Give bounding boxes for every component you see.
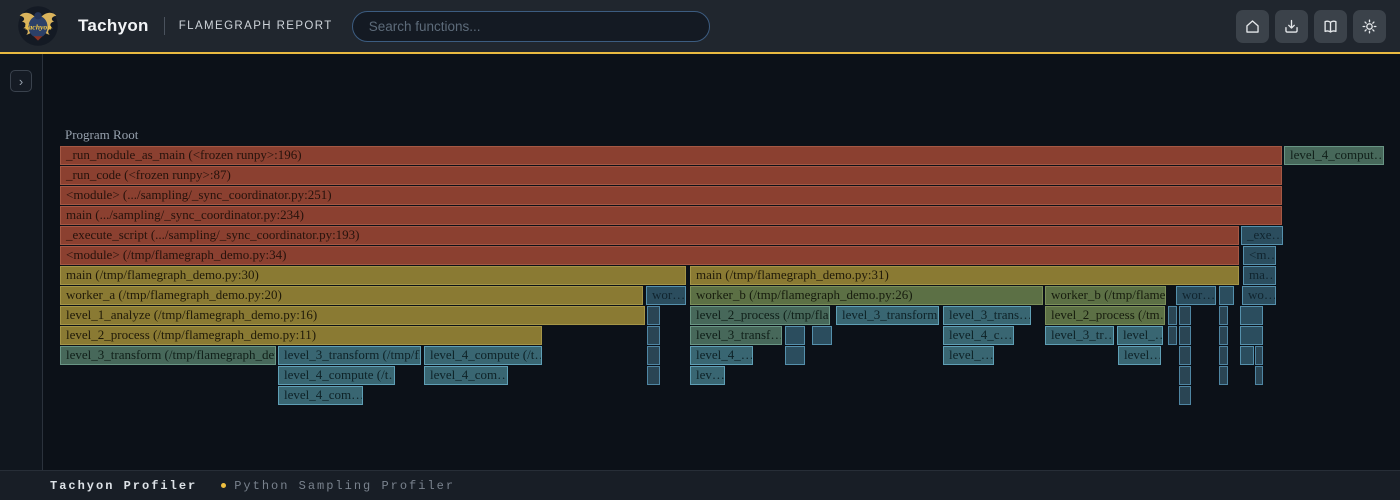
sun-icon <box>1360 17 1379 36</box>
status-subtitle: Python Sampling Profiler <box>234 479 455 493</box>
flame-block[interactable] <box>647 346 660 365</box>
flame-block[interactable]: wor… <box>1176 286 1216 305</box>
flame-block[interactable] <box>1219 366 1228 385</box>
theme-button[interactable] <box>1353 10 1386 43</box>
flame-block[interactable]: ma… <box>1243 266 1276 285</box>
flame-block[interactable]: <m… <box>1243 246 1276 265</box>
flame-block[interactable]: wor… <box>646 286 686 305</box>
book-icon <box>1321 17 1340 36</box>
flame-block[interactable] <box>1179 366 1191 385</box>
flamegraph-canvas: Program Root _run_module_as_main (<froze… <box>0 54 1400 470</box>
flame-block[interactable] <box>1240 346 1254 365</box>
flame-block[interactable] <box>647 306 660 325</box>
flame-block[interactable]: level_4_c… <box>943 326 1014 345</box>
report-type-label: FLAMEGRAPH REPORT <box>179 20 333 32</box>
flame-block[interactable]: level_… <box>943 346 994 365</box>
flame-block[interactable]: main (/tmp/flamegraph_demo.py:31) <box>690 266 1239 285</box>
flame-block[interactable] <box>1240 326 1263 345</box>
flame-block[interactable]: level_3_tr… <box>1045 326 1114 345</box>
flame-block[interactable] <box>1179 386 1191 405</box>
flame-block[interactable] <box>1168 326 1177 345</box>
header-actions <box>1236 10 1386 43</box>
home-button[interactable] <box>1236 10 1269 43</box>
flame-block[interactable] <box>647 326 660 345</box>
program-root-label: Program Root <box>65 127 138 143</box>
flame-block[interactable]: level… <box>1118 346 1161 365</box>
flame-block[interactable]: _execute_script (.../sampling/_sync_coor… <box>60 226 1239 245</box>
flame-block[interactable]: <module> (/tmp/flamegraph_demo.py:34) <box>60 246 1239 265</box>
flame-block[interactable]: main (.../sampling/_sync_coordinator.py:… <box>60 206 1282 225</box>
svg-text:Tachyon: Tachyon <box>24 23 51 32</box>
flame-block[interactable]: worker_a (/tmp/flamegraph_demo.py:20) <box>60 286 643 305</box>
flame-block[interactable]: level_4_com… <box>278 386 363 405</box>
search-input[interactable] <box>352 11 710 42</box>
flame-block[interactable]: level_4_com… <box>424 366 508 385</box>
home-icon <box>1243 17 1262 36</box>
flame-block[interactable]: level_4_comput… <box>1284 146 1384 165</box>
flame-block[interactable]: _run_module_as_main (<frozen runpy>:196) <box>60 146 1282 165</box>
flame-block[interactable] <box>1255 346 1263 365</box>
flame-block[interactable]: level_3_transform… <box>836 306 939 325</box>
download-button[interactable] <box>1275 10 1308 43</box>
flame-block[interactable] <box>1219 326 1228 345</box>
status-dot-icon <box>221 483 226 488</box>
flame-block[interactable] <box>1179 346 1191 365</box>
flame-block[interactable] <box>1240 306 1263 325</box>
status-app-name: Tachyon Profiler <box>50 479 197 493</box>
app-title: Tachyon <box>78 16 149 36</box>
flame-block[interactable]: level_3_transf… <box>690 326 782 345</box>
header-divider <box>164 17 165 35</box>
flame-block[interactable] <box>1179 306 1191 325</box>
flame-block[interactable]: level_3_transform (/tmp/flamegraph_dem… <box>60 346 276 365</box>
flame-block[interactable] <box>1255 366 1263 385</box>
flame-block[interactable]: <module> (.../sampling/_sync_coordinator… <box>60 186 1282 205</box>
flame-block[interactable] <box>785 346 805 365</box>
flame-block[interactable]: level_1_analyze (/tmp/flamegraph_demo.py… <box>60 306 645 325</box>
app-header: Tachyon Tachyon FLAMEGRAPH REPORT <box>0 0 1400 54</box>
flame-block[interactable] <box>1168 306 1177 325</box>
flame-block[interactable]: level_… <box>1117 326 1163 345</box>
flame-block[interactable]: worker_b (/tmp/flamegraph_demo.py:26) <box>690 286 1043 305</box>
flame-block[interactable]: wo… <box>1242 286 1276 305</box>
flame-block[interactable] <box>647 366 660 385</box>
download-icon <box>1282 17 1301 36</box>
status-bar: Tachyon Profiler Python Sampling Profile… <box>0 470 1400 500</box>
flame-block[interactable]: _exe… <box>1241 226 1283 245</box>
flame-block[interactable] <box>1179 326 1191 345</box>
flame-block[interactable]: level_3_trans… <box>943 306 1031 325</box>
flame-block[interactable]: level_4_compute (/t… <box>278 366 395 385</box>
flame-block[interactable]: worker_b (/tmp/flame… <box>1045 286 1166 305</box>
flame-block[interactable]: level_3_transform (/tmp/fl… <box>278 346 421 365</box>
flame-block[interactable]: lev… <box>690 366 725 385</box>
tachyon-logo-icon: Tachyon <box>16 4 60 48</box>
flame-block[interactable] <box>1219 346 1228 365</box>
flame-block[interactable]: level_4_… <box>690 346 753 365</box>
flame-block[interactable]: level_2_process (/tmp/fla… <box>690 306 830 325</box>
flame-block[interactable] <box>1219 306 1228 325</box>
flame-block[interactable] <box>1219 286 1234 305</box>
flame-block[interactable]: level_4_compute (/t… <box>424 346 542 365</box>
flame-block[interactable] <box>812 326 832 345</box>
flame-block[interactable]: _run_code (<frozen runpy>:87) <box>60 166 1282 185</box>
flame-block[interactable]: level_2_process (/tm… <box>1045 306 1165 325</box>
docs-button[interactable] <box>1314 10 1347 43</box>
flame-block[interactable] <box>785 326 805 345</box>
flame-block[interactable]: level_2_process (/tmp/flamegraph_demo.py… <box>60 326 542 345</box>
flame-block[interactable]: main (/tmp/flamegraph_demo.py:30) <box>60 266 686 285</box>
